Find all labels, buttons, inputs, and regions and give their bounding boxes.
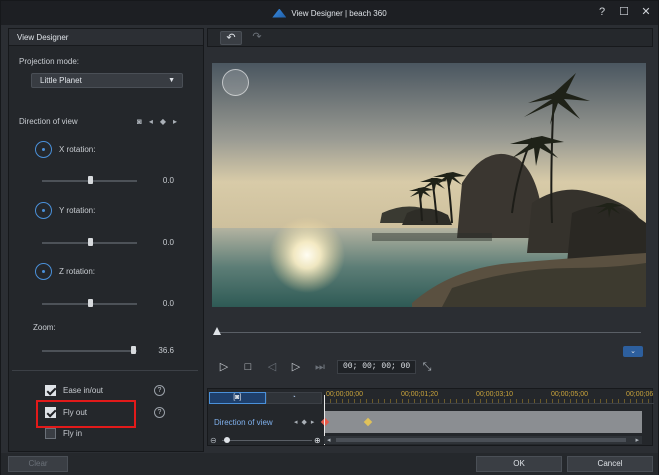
prev-keyframe-icon[interactable]: ◂ bbox=[149, 117, 153, 126]
highlight-box bbox=[36, 400, 136, 428]
scroll-thumb[interactable] bbox=[336, 438, 626, 442]
left-panel: View Designer Projection mode: Little Pl… bbox=[8, 28, 204, 452]
x-rotation-value: 0.0 bbox=[162, 176, 174, 185]
close-icon[interactable]: ✕ bbox=[640, 6, 652, 18]
next-keyframe-icon[interactable]: ▸ bbox=[173, 117, 177, 126]
zoom-label: Zoom: bbox=[33, 323, 56, 332]
maximize-icon[interactable]: ☐ bbox=[618, 6, 630, 18]
window-controls: ? ☐ ✕ bbox=[596, 6, 652, 18]
tick-label: 00;00;01;20 bbox=[401, 391, 438, 398]
add-keyframe-icon[interactable]: ◆ bbox=[302, 418, 307, 426]
zoom-thumb[interactable] bbox=[131, 346, 137, 354]
projection-mode-select[interactable]: Little Planet ▼ bbox=[31, 73, 183, 88]
track-keyframe-nav: ◂ ◆ ▸ bbox=[294, 418, 314, 426]
scrub-thumb[interactable] bbox=[213, 327, 221, 335]
prev-keyframe-icon[interactable]: ◂ bbox=[294, 418, 298, 426]
chevron-down-icon: ▼ bbox=[168, 77, 175, 84]
zoom-out-icon[interactable]: ⊖ bbox=[210, 436, 217, 445]
z-rotation-label: Z rotation: bbox=[59, 267, 96, 276]
keyframe-icon[interactable] bbox=[363, 417, 373, 427]
y-rotation-icon bbox=[35, 202, 52, 219]
add-keyframe-icon[interactable]: ◆ bbox=[160, 117, 166, 126]
timeline-ruler[interactable]: 00;00;00;00 00;00;01;20 00;00;03;10 00;0… bbox=[324, 389, 654, 404]
video-preview[interactable] bbox=[212, 63, 646, 307]
preview-area: ↶ ↷ ▷ □ ◁ ▷ ⏭ 00; 00; 00; 00 ⤡ ⌄ bbox=[207, 28, 653, 386]
x-rotation-thumb[interactable] bbox=[87, 176, 93, 184]
direction-of-view-label: Direction of view bbox=[19, 117, 78, 126]
timeline-scrollbar[interactable]: ◂ ▸ bbox=[324, 436, 642, 444]
help-icon[interactable]: ? bbox=[154, 385, 165, 396]
scrub-bar[interactable] bbox=[217, 332, 641, 333]
y-rotation-label: Y rotation: bbox=[59, 206, 96, 215]
timeline-zoom: ⊖ ⊕ bbox=[210, 436, 322, 445]
x-rotation-label: X rotation: bbox=[59, 145, 96, 154]
ease-in-out-box[interactable] bbox=[45, 385, 56, 396]
reset-icon[interactable]: ◙ bbox=[137, 117, 142, 126]
fly-in-label: Fly in bbox=[63, 429, 83, 438]
timeline-tabs: [◙] ◔ bbox=[209, 392, 322, 404]
zoom-slider[interactable] bbox=[42, 350, 137, 352]
keyframe-icon[interactable] bbox=[320, 417, 330, 427]
tab-keyframe[interactable]: [◙] bbox=[209, 392, 266, 404]
view-designer-window: View Designer | beach 360 ? ☐ ✕ View Des… bbox=[0, 0, 659, 475]
next-keyframe-icon[interactable]: ▸ bbox=[311, 418, 315, 426]
projection-mode-value: Little Planet bbox=[40, 76, 82, 85]
stop-icon[interactable]: □ bbox=[241, 360, 255, 374]
redo-icon[interactable]: ↷ bbox=[246, 31, 268, 45]
ease-in-out-label: Ease in/out bbox=[63, 386, 104, 395]
scroll-left-icon[interactable]: ◂ bbox=[327, 436, 331, 444]
next-frame-icon[interactable]: ▷ bbox=[289, 360, 303, 374]
keyframe-nav: ◙ ◂ ◆ ▸ bbox=[137, 117, 177, 126]
zoom-in-icon[interactable]: ⊕ bbox=[314, 436, 321, 445]
360-navigation-control[interactable] bbox=[222, 69, 249, 96]
ruler-ticks bbox=[324, 399, 654, 403]
fly-in-checkbox[interactable]: Fly in bbox=[45, 428, 82, 439]
zoom-track[interactable] bbox=[222, 440, 312, 441]
fly-in-box[interactable] bbox=[45, 428, 56, 439]
tick-label: 00;00;03;10 bbox=[476, 391, 513, 398]
tick-label: 00;00;06 bbox=[626, 391, 654, 398]
direction-of-view-track[interactable] bbox=[320, 411, 642, 433]
z-rotation-thumb[interactable] bbox=[87, 299, 93, 307]
beach-scene-image bbox=[212, 63, 646, 307]
divider bbox=[12, 370, 198, 371]
ease-in-out-checkbox[interactable]: Ease in/out bbox=[45, 385, 103, 396]
tick-label: 00;00;05;00 bbox=[551, 391, 588, 398]
help-icon[interactable]: ? bbox=[596, 6, 608, 18]
footer-bar: Clear OK Cancel bbox=[1, 453, 658, 475]
window-title: View Designer | beach 360 bbox=[291, 8, 387, 18]
timecode-display[interactable]: 00; 00; 00; 00 bbox=[337, 360, 417, 374]
undo-icon[interactable]: ↶ bbox=[220, 31, 242, 45]
projection-mode-label: Projection mode: bbox=[19, 57, 80, 66]
preview-toolbar: ↶ ↷ bbox=[207, 28, 653, 47]
collapse-button[interactable]: ⌄ bbox=[623, 346, 643, 357]
y-rotation-value: 0.0 bbox=[162, 238, 174, 247]
z-rotation-value: 0.0 bbox=[162, 299, 174, 308]
y-rotation-thumb[interactable] bbox=[87, 238, 93, 246]
panel-title: View Designer bbox=[9, 29, 203, 46]
tick-label: 00;00;00;00 bbox=[326, 391, 363, 398]
zoom-thumb[interactable] bbox=[224, 437, 230, 443]
transport-controls: ▷ □ ◁ ▷ ⏭ 00; 00; 00; 00 bbox=[217, 360, 417, 374]
prev-frame-icon[interactable]: ◁ bbox=[265, 360, 279, 374]
play-icon[interactable]: ▷ bbox=[217, 360, 231, 374]
title-wrap: View Designer | beach 360 bbox=[272, 8, 387, 18]
timeline-panel: [◙] ◔ 00;00;00;00 00;00;01;20 00;00;03;1… bbox=[207, 388, 654, 446]
help-icon[interactable]: ? bbox=[154, 407, 165, 418]
track-label: Direction of view bbox=[214, 418, 273, 427]
z-rotation-icon bbox=[35, 263, 52, 280]
scroll-right-icon[interactable]: ▸ bbox=[635, 436, 639, 444]
tab-clock[interactable]: ◔ bbox=[265, 392, 322, 404]
x-rotation-icon bbox=[35, 141, 52, 158]
ok-button[interactable]: OK bbox=[476, 456, 562, 472]
zoom-value: 36.6 bbox=[158, 346, 174, 355]
cancel-button[interactable]: Cancel bbox=[567, 456, 653, 472]
clear-button[interactable]: Clear bbox=[8, 456, 68, 472]
fast-forward-icon[interactable]: ⏭ bbox=[313, 360, 327, 374]
title-bar: View Designer | beach 360 ? ☐ ✕ bbox=[1, 1, 658, 25]
logo-icon bbox=[272, 8, 287, 18]
fit-icon[interactable]: ⤡ bbox=[420, 360, 434, 374]
